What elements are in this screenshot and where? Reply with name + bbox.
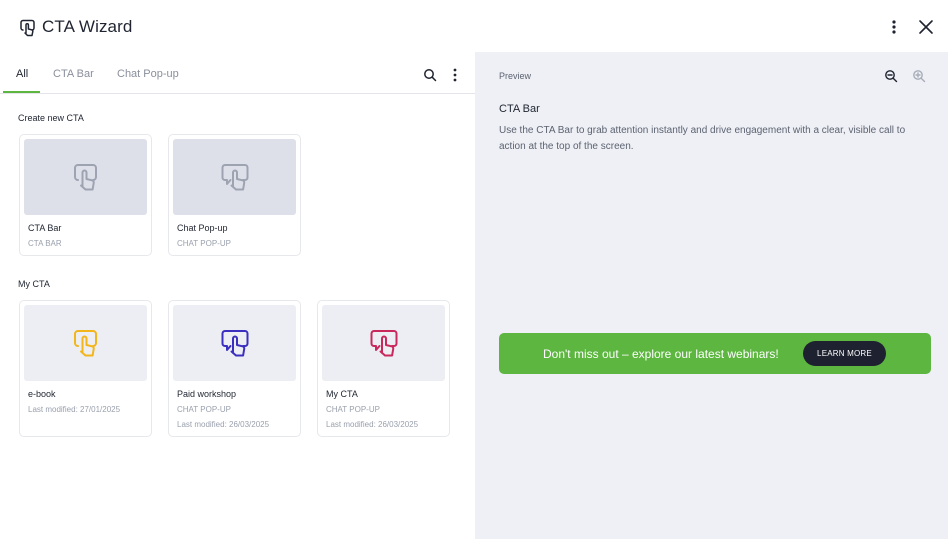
card-name: Chat Pop-up	[177, 223, 228, 233]
preview-description: Use the CTA Bar to grab attention instan…	[499, 125, 906, 152]
zoom-in-icon[interactable]	[912, 69, 926, 83]
zoom-out-icon[interactable]	[884, 69, 898, 83]
card-type: CHAT POP-UP	[177, 405, 231, 414]
my-cta-card-paid-workshop[interactable]: Paid workshop CHAT POP-UP Last modified:…	[168, 300, 301, 437]
app-header: CTA Wizard	[0, 0, 948, 52]
card-last-modified: Last modified: 26/03/2025	[177, 420, 270, 429]
app-title: CTA Wizard	[42, 17, 133, 36]
more-vertical-icon[interactable]	[449, 67, 461, 83]
my-cta-section-title: My CTA	[18, 279, 50, 289]
create-chat-popup-card[interactable]: Chat Pop-up CHAT POP-UP	[168, 134, 301, 256]
hand-pointer-icon	[20, 19, 35, 37]
tab-cta-bar[interactable]: CTA Bar	[53, 68, 94, 80]
my-cta-card-my-cta[interactable]: My CTA CHAT POP-UP Last modified: 26/03/…	[317, 300, 450, 437]
create-section-title: Create new CTA	[18, 113, 84, 123]
hand-pointer-icon	[73, 330, 97, 357]
search-icon[interactable]	[423, 68, 437, 82]
tab-chat-popup[interactable]: Chat Pop-up	[117, 68, 179, 80]
chat-pointer-icon	[221, 164, 248, 191]
card-type: CTA BAR	[28, 239, 62, 248]
card-name: My CTA	[326, 389, 358, 399]
preview-panel: Preview CTA Bar Use the CTA Bar to grab …	[475, 52, 948, 539]
chat-pointer-icon	[221, 330, 248, 357]
card-last-modified: Last modified: 26/03/2025	[326, 420, 419, 429]
tab-all[interactable]: All	[16, 68, 28, 80]
preview-title: CTA Bar	[499, 103, 540, 115]
tab-bar: All CTA Bar Chat Pop-up	[0, 52, 475, 94]
card-name: e-book	[28, 389, 56, 399]
active-tab-indicator	[3, 91, 40, 93]
card-type: CHAT POP-UP	[177, 239, 231, 248]
cta-library-panel: All CTA Bar Chat Pop-up Create new CTA C…	[0, 52, 475, 539]
create-cta-bar-card[interactable]: CTA Bar CTA BAR	[19, 134, 152, 256]
card-name: CTA Bar	[28, 223, 62, 233]
chat-pointer-icon	[370, 330, 397, 357]
card-last-modified: Last modified: 27/01/2025	[28, 405, 121, 414]
cta-bar-text: Don't miss out – explore our latest webi…	[543, 347, 779, 361]
preview-label: Preview	[499, 71, 532, 81]
more-vertical-icon[interactable]	[886, 18, 902, 36]
card-thumbnail	[322, 305, 445, 381]
card-thumbnail	[24, 305, 147, 381]
card-type: CHAT POP-UP	[326, 405, 380, 414]
card-thumbnail	[173, 139, 296, 215]
my-cta-card-ebook[interactable]: e-book Last modified: 27/01/2025	[19, 300, 152, 437]
close-icon[interactable]	[917, 18, 935, 36]
card-name: Paid workshop	[177, 389, 237, 399]
learn-more-button[interactable]: LEARN MORE	[803, 341, 886, 366]
card-thumbnail	[173, 305, 296, 381]
hand-pointer-icon	[73, 164, 97, 191]
card-thumbnail	[24, 139, 147, 215]
cta-bar-preview: Don't miss out – explore our latest webi…	[499, 333, 931, 374]
